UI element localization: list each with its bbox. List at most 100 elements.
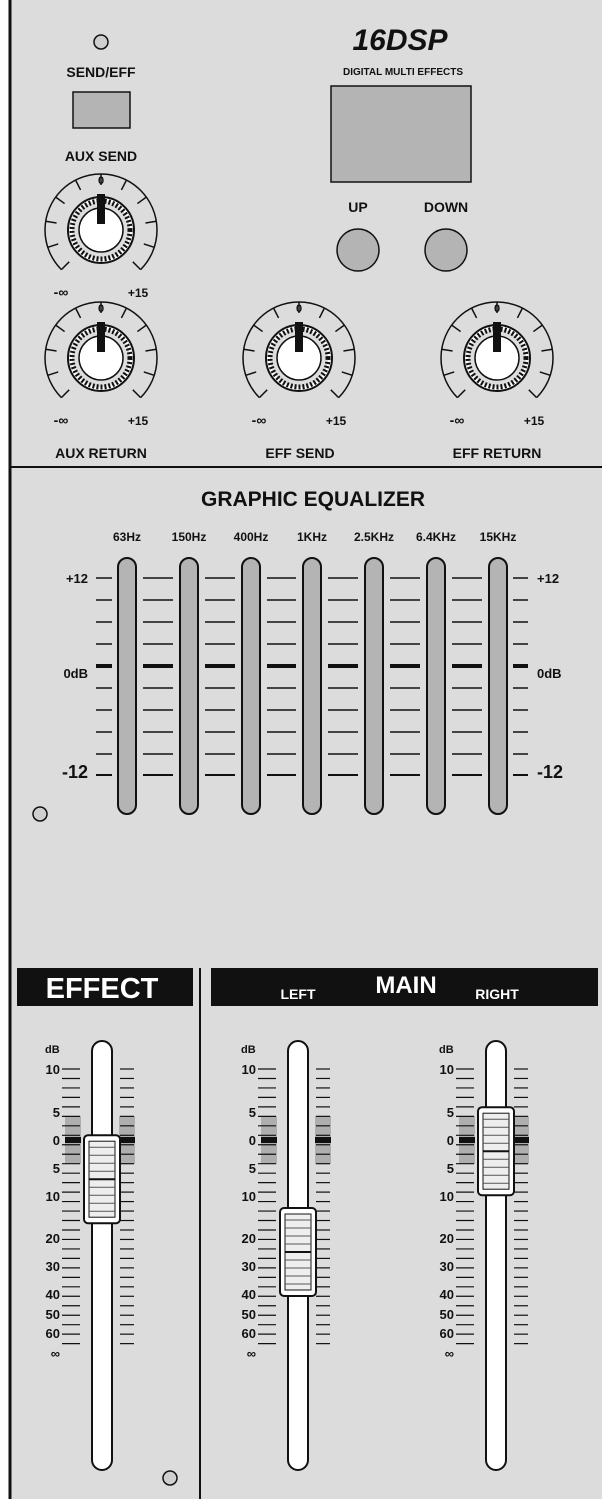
eq-slider-5[interactable] <box>426 557 446 815</box>
eq-slider-0[interactable] <box>117 557 137 815</box>
aux-return-label: AUX RETURN <box>55 445 147 461</box>
main-label: MAIN <box>375 972 436 999</box>
eq-left-minus12: -12 <box>62 762 88 782</box>
knob-zero-label: 0 <box>98 175 104 187</box>
fader-zero-mark <box>459 1137 475 1143</box>
fader-scale-label: 20 <box>46 1231 60 1246</box>
eq-band-2-5khz: 2.5KHz <box>354 530 394 544</box>
aux-send-label: AUX SEND <box>65 148 137 164</box>
knob-min-label: -∞ <box>54 284 69 300</box>
fader-track <box>485 1040 507 1471</box>
fader-scale-label: 10 <box>440 1062 454 1077</box>
eq-slider-2[interactable] <box>241 557 261 815</box>
knob-min-label: -∞ <box>450 412 465 428</box>
knob-pointer <box>295 322 303 352</box>
eq-band-150hz: 150Hz <box>172 530 207 544</box>
eq-slider-3[interactable] <box>302 557 322 815</box>
fader-scale-label: 30 <box>242 1259 256 1274</box>
fader-scale-label: 30 <box>46 1259 60 1274</box>
mixer-panel: SEND/EFF AUX SEND 16DSP DIGITAL MULTI EF… <box>8 0 602 1499</box>
knob-zero-label: 0 <box>494 303 500 315</box>
eq-band-400hz: 400Hz <box>234 530 269 544</box>
eq-right-plus12: +12 <box>537 571 559 586</box>
fader-scale-label: 5 <box>53 1161 60 1176</box>
fader-unit-label: dB <box>241 1044 256 1056</box>
knob-min-label: -∞ <box>54 412 69 428</box>
eq-band-1khz: 1KHz <box>297 530 327 544</box>
eq-led <box>32 806 48 822</box>
fader-unit-label: dB <box>439 1044 454 1056</box>
eq-band-63hz: 63Hz <box>113 530 141 544</box>
up-label: UP <box>348 199 367 215</box>
dsp-logo: 16DSP <box>352 24 448 57</box>
fader-scale-label: ∞ <box>247 1346 256 1361</box>
knob-max-label: +15 <box>326 414 347 428</box>
fader-scale-label: 5 <box>249 1161 256 1176</box>
eq-right-minus12: -12 <box>537 762 563 782</box>
knob-max-label: +15 <box>128 414 149 428</box>
up-button[interactable] <box>336 228 380 272</box>
fader-scale-label: 20 <box>242 1231 256 1246</box>
fader-scale-label: 5 <box>53 1105 60 1120</box>
send-eff-led <box>93 34 109 50</box>
fader-zero-mark <box>65 1137 81 1143</box>
knob-zero-label: 0 <box>98 303 104 315</box>
fader-scale-label: 5 <box>447 1105 454 1120</box>
knob-max-label: +15 <box>524 414 545 428</box>
send-eff-label: SEND/EFF <box>66 64 136 80</box>
dsp-subtitle: DIGITAL MULTI EFFECTS <box>343 67 463 78</box>
eq-band-15khz: 15KHz <box>480 530 517 544</box>
down-button[interactable] <box>424 228 468 272</box>
knob-max-label: +15 <box>128 286 149 300</box>
knob-pointer <box>493 322 501 352</box>
fader-cap[interactable] <box>83 1134 121 1225</box>
knob-pointer <box>97 322 105 352</box>
fader-scale-label: 0 <box>249 1133 256 1148</box>
eq-slider-1[interactable] <box>179 557 199 815</box>
eq-left-plus12: +12 <box>66 571 88 586</box>
eq-band-6-4khz: 6.4KHz <box>416 530 456 544</box>
fader-track <box>91 1040 113 1471</box>
fader-scale-label: 50 <box>46 1307 60 1322</box>
bottom-led <box>162 1470 178 1486</box>
fader-scale-label: 10 <box>242 1189 256 1204</box>
fader-scale-label: 10 <box>46 1189 60 1204</box>
fader-scale-label: 50 <box>440 1307 454 1322</box>
fader-zero-mark <box>261 1137 277 1143</box>
eq-slider-6[interactable] <box>488 557 508 815</box>
effect-header: EFFECT <box>46 973 159 1005</box>
eff-return-label: EFF RETURN <box>453 445 542 461</box>
fader-scale-label: 20 <box>440 1231 454 1246</box>
fader-scale-label: 10 <box>46 1062 60 1077</box>
fader-scale-label: 0 <box>53 1133 60 1148</box>
eff-send-label: EFF SEND <box>265 445 334 461</box>
fader-scale-label: 30 <box>440 1259 454 1274</box>
fader-scale-label: 40 <box>46 1287 60 1302</box>
fader-scale-label: 50 <box>242 1307 256 1322</box>
eq-title: GRAPHIC EQUALIZER <box>201 488 425 511</box>
fader-scale-label: ∞ <box>445 1346 454 1361</box>
fader-scale-label: 60 <box>46 1326 60 1341</box>
fader-scale-label: 40 <box>242 1287 256 1302</box>
knob-zero-label: 0 <box>296 303 302 315</box>
fader-scale-label: 60 <box>242 1326 256 1341</box>
fader-unit-label: dB <box>45 1044 60 1056</box>
knob-min-label: -∞ <box>252 412 267 428</box>
main-right-label: RIGHT <box>475 986 519 1002</box>
fader-cap[interactable] <box>477 1106 515 1197</box>
dsp-display <box>330 85 472 183</box>
fader-zero-mark <box>315 1137 331 1143</box>
knob-pointer <box>97 194 105 224</box>
fader-scale-label: 10 <box>242 1062 256 1077</box>
fader-scale-label: 40 <box>440 1287 454 1302</box>
send-eff-button[interactable] <box>72 91 131 129</box>
fader-zero-mark <box>513 1137 529 1143</box>
fader-cap[interactable] <box>279 1207 317 1297</box>
fader-scale-label: 10 <box>440 1189 454 1204</box>
eq-left-0db: 0dB <box>63 666 88 681</box>
eq-right-0db: 0dB <box>537 666 562 681</box>
eq-slider-4[interactable] <box>364 557 384 815</box>
main-left-label: LEFT <box>281 986 316 1002</box>
fader-scale-label: ∞ <box>51 1346 60 1361</box>
fader-scale-label: 5 <box>447 1161 454 1176</box>
